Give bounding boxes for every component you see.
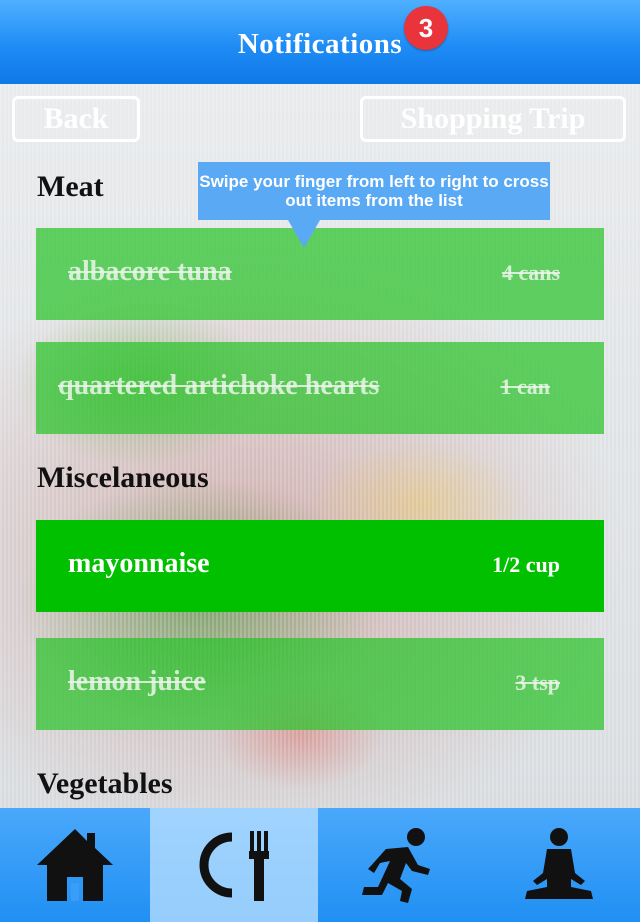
home-icon <box>37 829 113 901</box>
tab-running[interactable] <box>318 808 478 922</box>
running-icon <box>362 828 430 903</box>
page-title: Notifications <box>237 28 403 60</box>
dining-icon <box>199 831 269 901</box>
tab-bar <box>0 808 640 922</box>
tab-dining[interactable] <box>150 808 318 922</box>
item-quantity: 3 tsp <box>515 670 560 695</box>
back-button[interactable]: Back <box>12 96 140 142</box>
item-name: albacore tuna <box>68 256 232 287</box>
shopping-trip-button[interactable]: Shopping Trip <box>360 96 626 142</box>
swipe-hint-tooltip: Swipe your finger from left to right to … <box>198 162 550 220</box>
header-bar: Notifications 3 <box>0 0 640 84</box>
item-name: quartered artichoke hearts <box>58 370 380 401</box>
meditation-icon <box>525 828 593 899</box>
item-quantity: 4 cans <box>501 260 560 285</box>
section-title-misc: Miscelaneous <box>37 461 209 494</box>
item-name: mayonnaise <box>68 548 210 579</box>
notification-badge[interactable]: 3 <box>404 6 448 50</box>
section-title-vegetables: Vegetables <box>37 767 173 800</box>
item-quantity: 1/2 cup <box>492 552 560 577</box>
tab-meditation[interactable] <box>478 808 640 922</box>
section-title-meat: Meat <box>37 170 104 203</box>
list-item[interactable]: lemon juice 3 tsp <box>36 638 604 730</box>
list-item[interactable]: quartered artichoke hearts 1 can <box>36 342 604 434</box>
list-item[interactable]: albacore tuna 4 cans <box>36 228 604 320</box>
tooltip-arrow <box>288 220 320 248</box>
item-name: lemon juice <box>68 666 206 697</box>
list-item[interactable]: mayonnaise 1/2 cup <box>36 520 604 612</box>
item-quantity: 1 can <box>500 374 551 399</box>
tab-home[interactable] <box>0 808 150 922</box>
